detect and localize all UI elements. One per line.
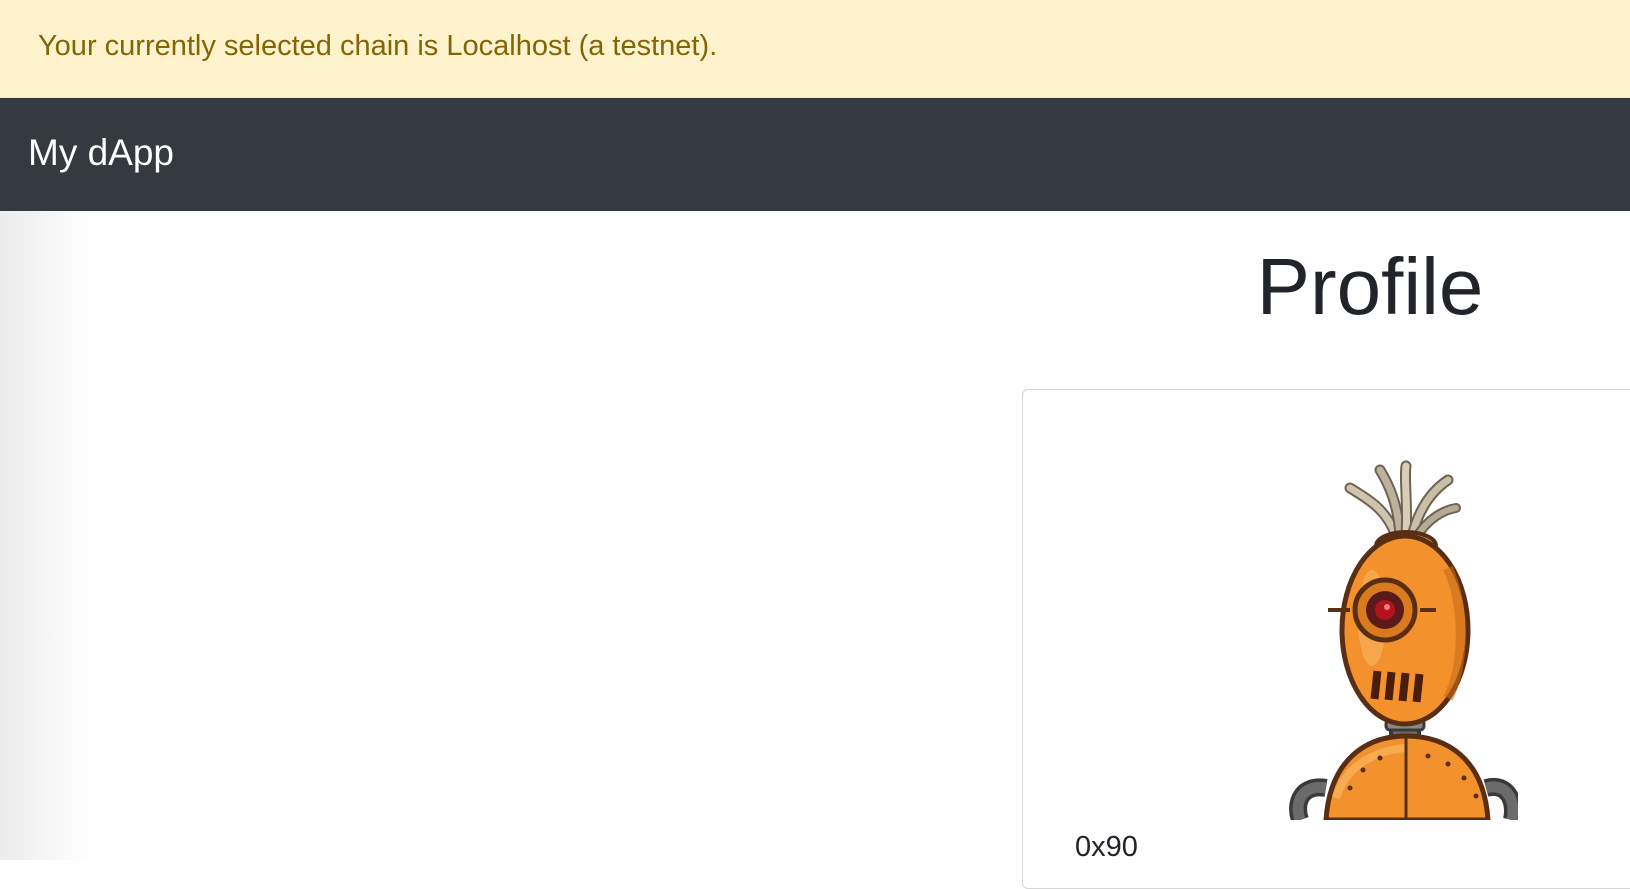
chain-alert-banner: Your currently selected chain is Localho… [0, 0, 1630, 98]
chain-alert-message: Your currently selected chain is Localho… [38, 30, 718, 62]
robot-avatar-icon [1288, 458, 1518, 820]
profile-card: 0x90 [1022, 389, 1630, 889]
main-content: Profile 0x90 [0, 211, 1630, 889]
wallet-address: 0x90 [1075, 831, 1138, 863]
top-navbar: My dApp [0, 98, 1630, 211]
left-edge-shadow [0, 211, 90, 860]
navbar-brand-link[interactable]: My dApp [28, 132, 174, 174]
page-title: Profile [1256, 242, 1484, 331]
